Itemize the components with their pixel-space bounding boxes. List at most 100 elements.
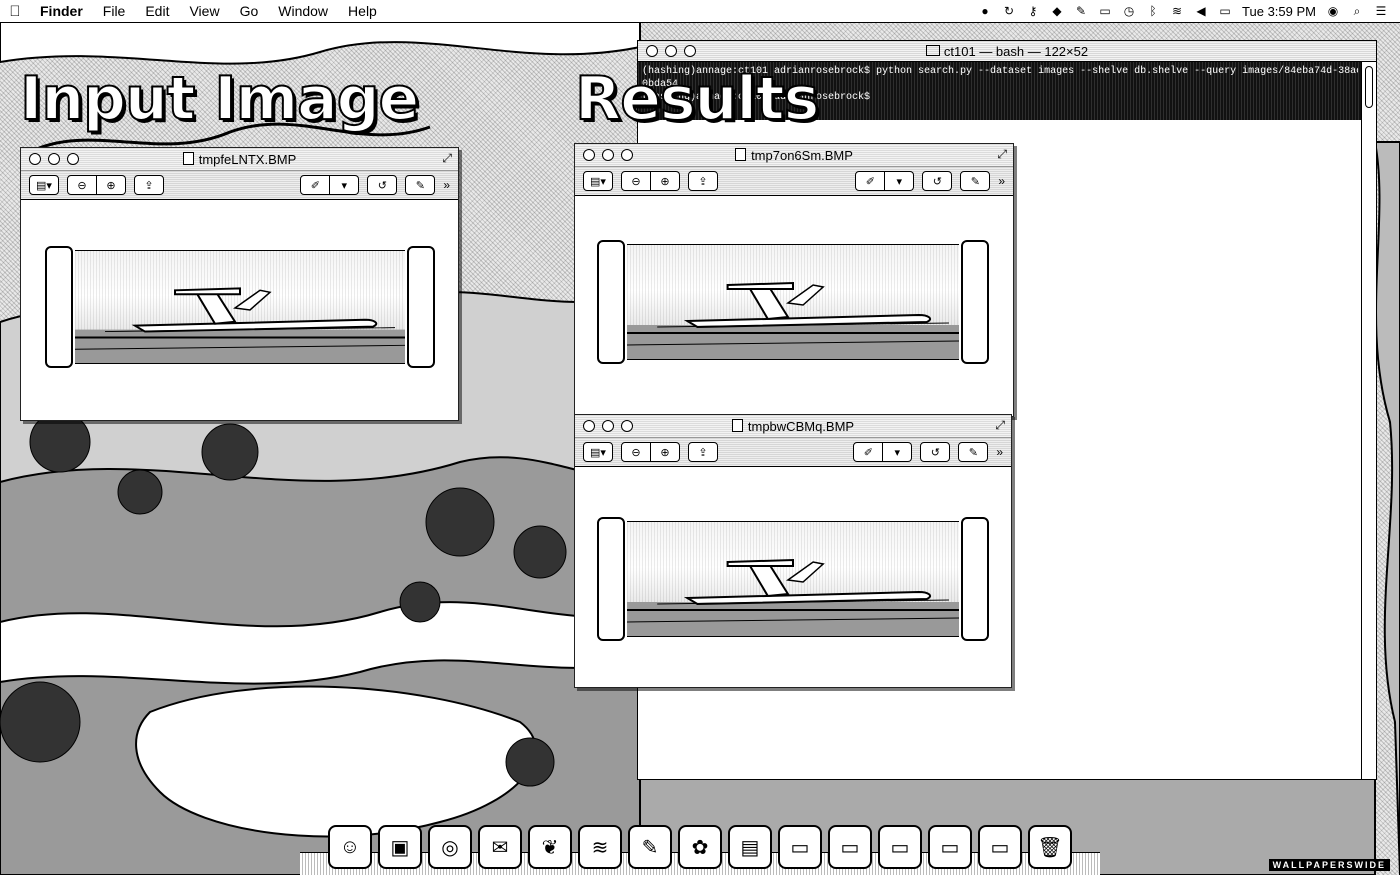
window-titlebar[interactable]: tmpbwCBMq.BMP ⤢ (575, 415, 1011, 438)
trash-icon[interactable]: 🗑 (1028, 825, 1072, 869)
markup-menu-button[interactable]: ▾ (330, 175, 360, 195)
zoom-out-button[interactable]: ⊖ (621, 442, 651, 462)
time-machine-icon[interactable]: ◷ (1122, 4, 1136, 18)
view-menu-button[interactable]: ▤▾ (583, 171, 613, 191)
image-canvas (21, 200, 458, 418)
edit-button[interactable]: ✎ (960, 171, 991, 191)
markup-button[interactable]: ✐ (300, 175, 331, 195)
spotify-icon[interactable]: ≋ (578, 825, 622, 869)
window-titlebar[interactable]: tmpfeLNTX.BMP ⤢ (21, 148, 458, 171)
volume-icon[interactable]: ◀ (1194, 4, 1208, 18)
zoom-out-button[interactable]: ⊖ (67, 175, 97, 195)
maximize-button[interactable] (621, 149, 633, 161)
edit-button[interactable]: ✎ (958, 442, 989, 462)
rotate-button[interactable]: ↺ (367, 175, 398, 195)
edit-button[interactable]: ✎ (405, 175, 436, 195)
spotlight-icon[interactable]: ⌕ (1350, 4, 1364, 18)
window-icon[interactable]: ▭ (928, 825, 972, 869)
maximize-button[interactable] (621, 420, 633, 432)
menu-bar:  Finder File Edit View Go Window Help ●… (0, 0, 1400, 23)
minimize-button[interactable] (48, 153, 60, 165)
rotate-button[interactable]: ↺ (922, 171, 953, 191)
key-icon[interactable]: ⚷ (1026, 4, 1040, 18)
share-button[interactable]: ⇪ (134, 175, 164, 195)
menu-view[interactable]: View (179, 3, 229, 19)
minimize-button[interactable] (602, 420, 614, 432)
rotate-button[interactable]: ↺ (920, 442, 951, 462)
notes-icon[interactable]: ✎ (628, 825, 672, 869)
minimize-button[interactable] (602, 149, 614, 161)
zoom-in-button[interactable]: ⊕ (97, 175, 126, 195)
fullscreen-icon[interactable]: ⤢ (995, 418, 1005, 433)
terminal-icon[interactable]: ▤ (728, 825, 772, 869)
battery-icon[interactable]: ▭ (1218, 4, 1232, 18)
close-button[interactable] (583, 149, 595, 161)
view-menu-button[interactable]: ▤▾ (583, 442, 613, 462)
menu-clock[interactable]: Tue 3:59 PM (1242, 4, 1316, 19)
photos-icon[interactable]: ✿ (678, 825, 722, 869)
maximize-button[interactable] (67, 153, 79, 165)
markup-menu-button[interactable]: ▾ (885, 171, 915, 191)
image-frame (597, 240, 989, 364)
image-frame (597, 517, 989, 641)
zoom-in-button[interactable]: ⊕ (651, 171, 680, 191)
bluetooth-icon[interactable]: ᛒ (1146, 4, 1160, 18)
script-icon[interactable]: ✎ (1074, 4, 1088, 18)
terminal-titlebar[interactable]: ct101 — bash — 122×52 (638, 41, 1376, 62)
window-icon[interactable]: ▭ (978, 825, 1022, 869)
window-icon[interactable]: ▭ (878, 825, 922, 869)
image-canvas (575, 196, 1013, 414)
sync-icon[interactable]: ↻ (1002, 4, 1016, 18)
preview-window-result-2[interactable]: tmpbwCBMq.BMP ⤢ ▤▾ ⊖ ⊕ ⇪ ✐ ▾ ↺ ✎ » (574, 414, 1012, 688)
document-icon (182, 151, 194, 165)
window-controls (21, 153, 79, 165)
close-button[interactable] (583, 420, 595, 432)
menu-go[interactable]: Go (230, 3, 269, 19)
location-icon[interactable]: ● (978, 4, 992, 18)
window-titlebar[interactable]: tmp7on6Sm.BMP ⤢ (575, 144, 1013, 167)
apple-menu-icon[interactable]:  (0, 3, 30, 20)
fullscreen-icon[interactable]: ⤢ (442, 151, 452, 166)
airplane-image (627, 521, 959, 637)
zoom-in-button[interactable]: ⊕ (651, 442, 680, 462)
toolbar-overflow-icon[interactable]: » (996, 445, 1003, 459)
preview-toolbar: ▤▾ ⊖ ⊕ ⇪ ✐ ▾ ↺ ✎ » (575, 167, 1013, 196)
markup-menu-button[interactable]: ▾ (883, 442, 913, 462)
share-button[interactable]: ⇪ (688, 442, 718, 462)
notification-center-icon[interactable]: ☰ (1374, 4, 1388, 18)
menu-file[interactable]: File (93, 3, 136, 19)
terminal-scrollbar[interactable] (1361, 62, 1376, 779)
menu-help[interactable]: Help (338, 3, 387, 19)
fullscreen-icon[interactable]: ⤢ (997, 147, 1007, 162)
airplay-icon[interactable]: ▭ (1098, 4, 1112, 18)
frame-edge-right (961, 517, 989, 641)
frame-edge-right (961, 240, 989, 364)
dropbox-icon[interactable]: ◆ (1050, 4, 1064, 18)
chrome-icon[interactable]: ◎ (428, 825, 472, 869)
markup-button[interactable]: ✐ (853, 442, 884, 462)
zoom-out-button[interactable]: ⊖ (621, 171, 651, 191)
wifi-icon[interactable]: ≋ (1170, 4, 1184, 18)
share-button[interactable]: ⇪ (688, 171, 718, 191)
finder-icon[interactable]: ☺ (328, 825, 372, 869)
preview-window-result-1[interactable]: tmp7on6Sm.BMP ⤢ ▤▾ ⊖ ⊕ ⇪ ✐ ▾ ↺ ✎ » (574, 143, 1014, 417)
scroll-thumb[interactable] (1365, 66, 1373, 108)
evernote-icon[interactable]: ❦ (528, 825, 572, 869)
toolbar-overflow-icon[interactable]: » (443, 178, 450, 192)
preview-window-input[interactable]: tmpfeLNTX.BMP ⤢ ▤▾ ⊖ ⊕ ⇪ ✐ ▾ ↺ ✎ » (20, 147, 459, 421)
dock: ☺ ▣ ◎ ✉ ❦ ≋ ✎ ✿ ▤ ▭ ▭ ▭ ▭ ▭ 🗑 (300, 810, 1100, 875)
close-button[interactable] (29, 153, 41, 165)
mail-icon[interactable]: ✉ (478, 825, 522, 869)
preview-icon[interactable]: ▣ (378, 825, 422, 869)
window-icon[interactable]: ▭ (828, 825, 872, 869)
preview-toolbar: ▤▾ ⊖ ⊕ ⇪ ✐ ▾ ↺ ✎ » (21, 171, 458, 200)
view-menu-button[interactable]: ▤▾ (29, 175, 59, 195)
window-icon[interactable]: ▭ (778, 825, 822, 869)
toolbar-overflow-icon[interactable]: » (998, 174, 1005, 188)
menu-window[interactable]: Window (268, 3, 338, 19)
menu-edit[interactable]: Edit (135, 3, 179, 19)
markup-button[interactable]: ✐ (855, 171, 886, 191)
menu-app-name[interactable]: Finder (30, 3, 93, 19)
folder-icon (925, 44, 940, 56)
user-icon[interactable]: ◉ (1326, 4, 1340, 18)
